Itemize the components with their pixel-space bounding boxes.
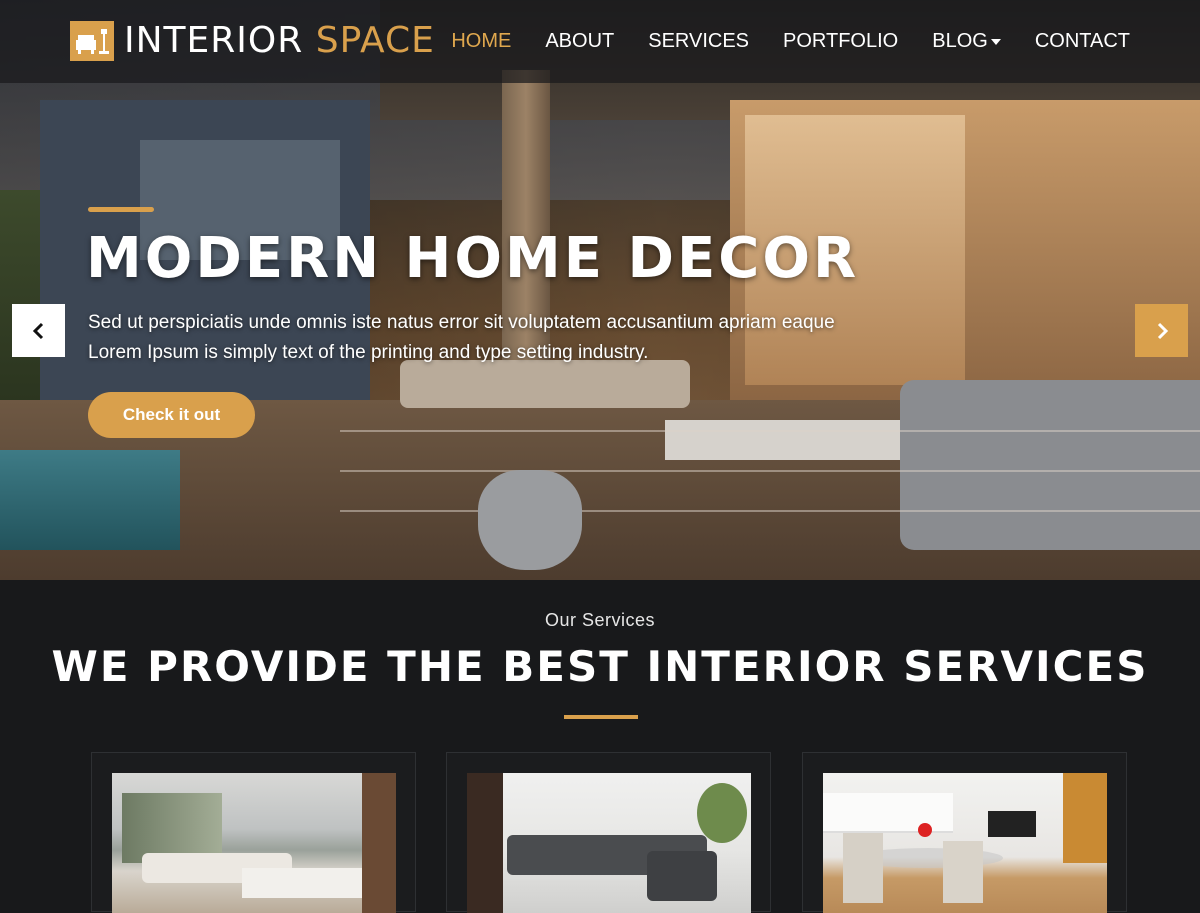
slider-next-button[interactable]: [1135, 304, 1188, 357]
nav-item-portfolio[interactable]: PORTFOLIO: [783, 26, 898, 56]
hero-description-line-2: Lorem Ipsum is simply text of the printi…: [88, 342, 649, 363]
nav-item-services[interactable]: SERVICES: [648, 26, 749, 56]
service-card[interactable]: [802, 752, 1127, 913]
nav-item-about[interactable]: ABOUT: [545, 26, 614, 56]
armchair-lamp-icon: [70, 21, 114, 61]
nav-item-home[interactable]: HOME: [451, 26, 511, 56]
services-title: WE PROVIDE THE BEST INTERIOR SERVICES: [51, 642, 1149, 691]
services-subtitle: Our Services: [544, 610, 656, 630]
hero-description: Sed ut perspiciatis unde omnis iste natu…: [88, 308, 948, 368]
logo-text: INTERIOR SPACE: [124, 20, 435, 62]
slider-prev-button[interactable]: [12, 304, 65, 357]
site-logo[interactable]: INTERIOR SPACE: [70, 20, 435, 62]
nav-item-blog-label: BLOG: [932, 30, 988, 52]
service-card[interactable]: [91, 752, 416, 913]
hero-accent-line: [88, 207, 154, 212]
chevron-left-icon: [32, 322, 43, 339]
hero-slider: MODERN HOME DECOR Sed ut perspiciatis un…: [0, 0, 1200, 580]
living-room-photo: [112, 773, 396, 913]
check-it-out-button[interactable]: Check it out: [88, 392, 255, 438]
services-accent-line: [564, 715, 638, 719]
caret-down-icon: [990, 39, 1001, 45]
hero-title: MODERN HOME DECOR: [86, 226, 860, 291]
main-nav: HOME ABOUT SERVICES PORTFOLIO BLOG CONTA…: [417, 26, 1130, 56]
logo-text-main: INTERIOR: [124, 20, 304, 61]
sectional-sofa-photo: [467, 773, 751, 913]
site-header: INTERIOR SPACE HOME ABOUT SERVICES PORTF…: [0, 0, 1200, 83]
service-card[interactable]: [446, 752, 771, 913]
dining-kitchen-photo: [823, 773, 1107, 913]
nav-item-blog[interactable]: BLOG: [932, 26, 1001, 56]
nav-item-contact[interactable]: CONTACT: [1035, 26, 1130, 56]
services-section: Our Services WE PROVIDE THE BEST INTERIO…: [0, 580, 1200, 913]
hero-description-line-1: Sed ut perspiciatis unde omnis iste natu…: [88, 312, 835, 333]
chevron-right-icon: [1157, 322, 1168, 339]
